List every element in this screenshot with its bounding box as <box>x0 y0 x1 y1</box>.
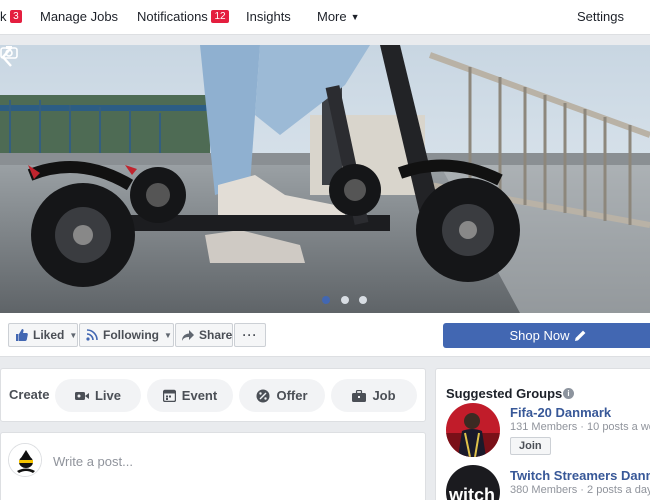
tab-partial-badge: 3 <box>10 10 22 23</box>
tab-insights[interactable]: Insights <box>246 9 291 24</box>
create-card: Create Live Event Offer Job <box>0 368 426 422</box>
page-tab-bar: k 3 Manage Jobs Notifications 12 Insight… <box>0 0 650 35</box>
group-thumbnail-twitch[interactable]: witch <box>446 465 500 500</box>
notifications-badge: 12 <box>211 10 229 23</box>
liked-label: Liked <box>33 328 65 342</box>
tab-more[interactable]: More ▼ <box>317 9 360 24</box>
following-label: Following <box>103 328 159 342</box>
chevron-left-icon[interactable] <box>0 45 14 69</box>
tab-manage-jobs[interactable]: Manage Jobs <box>40 9 118 24</box>
create-live-label: Live <box>94 388 121 403</box>
page-avatar <box>8 443 42 477</box>
caret-down-icon: ▼ <box>164 330 172 340</box>
group-thumbnail-fifa[interactable] <box>446 403 500 457</box>
caret-down-icon: ▼ <box>350 12 360 22</box>
create-event-label: Event <box>181 388 218 403</box>
create-job-button[interactable]: Job <box>331 379 417 412</box>
tab-partial[interactable]: k 3 <box>0 9 22 24</box>
suggested-groups-title: Suggested Groups <box>446 386 563 401</box>
shop-now-label: Shop Now <box>509 328 570 343</box>
post-composer: Write a post... <box>0 432 426 500</box>
percent-badge-icon <box>256 389 270 402</box>
video-camera-icon <box>74 391 89 400</box>
following-button[interactable]: Following ▼ <box>79 323 174 347</box>
shop-now-button[interactable]: Shop Now <box>443 323 650 348</box>
join-group-button[interactable]: Join <box>510 437 551 455</box>
create-offer-button[interactable]: Offer <box>239 379 325 412</box>
rss-feed-icon <box>86 329 98 341</box>
caret-down-icon: ▼ <box>69 330 78 340</box>
tab-settings[interactable]: Settings <box>577 9 624 24</box>
cover-image-scooter <box>0 45 650 313</box>
share-label: Share <box>199 328 233 342</box>
briefcase-icon <box>352 389 367 402</box>
page-actions-bar: Liked ▼ Following ▼ Share ··· Shop Now <box>0 313 650 357</box>
more-options-button[interactable]: ··· <box>234 323 266 347</box>
group-name-link[interactable]: Twitch Streamers Danmark <box>510 468 650 483</box>
calendar-icon <box>162 389 176 402</box>
create-live-button[interactable]: Live <box>55 379 141 412</box>
thumbs-up-icon <box>15 329 28 341</box>
create-offer-label: Offer <box>276 388 308 403</box>
create-job-label: Job <box>372 388 396 403</box>
carousel-dot[interactable] <box>341 296 349 304</box>
svg-text:witch: witch <box>448 485 495 500</box>
carousel-dot[interactable] <box>322 296 330 304</box>
liked-button[interactable]: Liked ▼ <box>8 323 78 347</box>
create-label: Create <box>9 387 50 402</box>
tab-more-label: More <box>317 9 347 24</box>
tab-notifications-label: Notifications <box>137 9 208 24</box>
group-name-link[interactable]: Fifa-20 Danmark <box>510 405 611 420</box>
carousel-dot[interactable] <box>359 296 367 304</box>
composer-placeholder[interactable]: Write a post... <box>53 454 133 469</box>
tab-notifications[interactable]: Notifications 12 <box>137 9 229 24</box>
share-arrow-icon <box>182 329 194 341</box>
pencil-icon <box>575 330 586 341</box>
group-meta: 380 Members · 2 posts a day <box>510 484 650 496</box>
share-button[interactable]: Share <box>175 323 233 347</box>
cover-photo <box>0 45 650 313</box>
create-event-button[interactable]: Event <box>147 379 233 412</box>
info-icon[interactable]: i <box>563 388 574 399</box>
group-meta: 131 Members · 10 posts a week <box>510 421 650 433</box>
suggested-groups-card: Suggested Groups i Fifa-20 Danmark 131 M… <box>435 368 650 500</box>
